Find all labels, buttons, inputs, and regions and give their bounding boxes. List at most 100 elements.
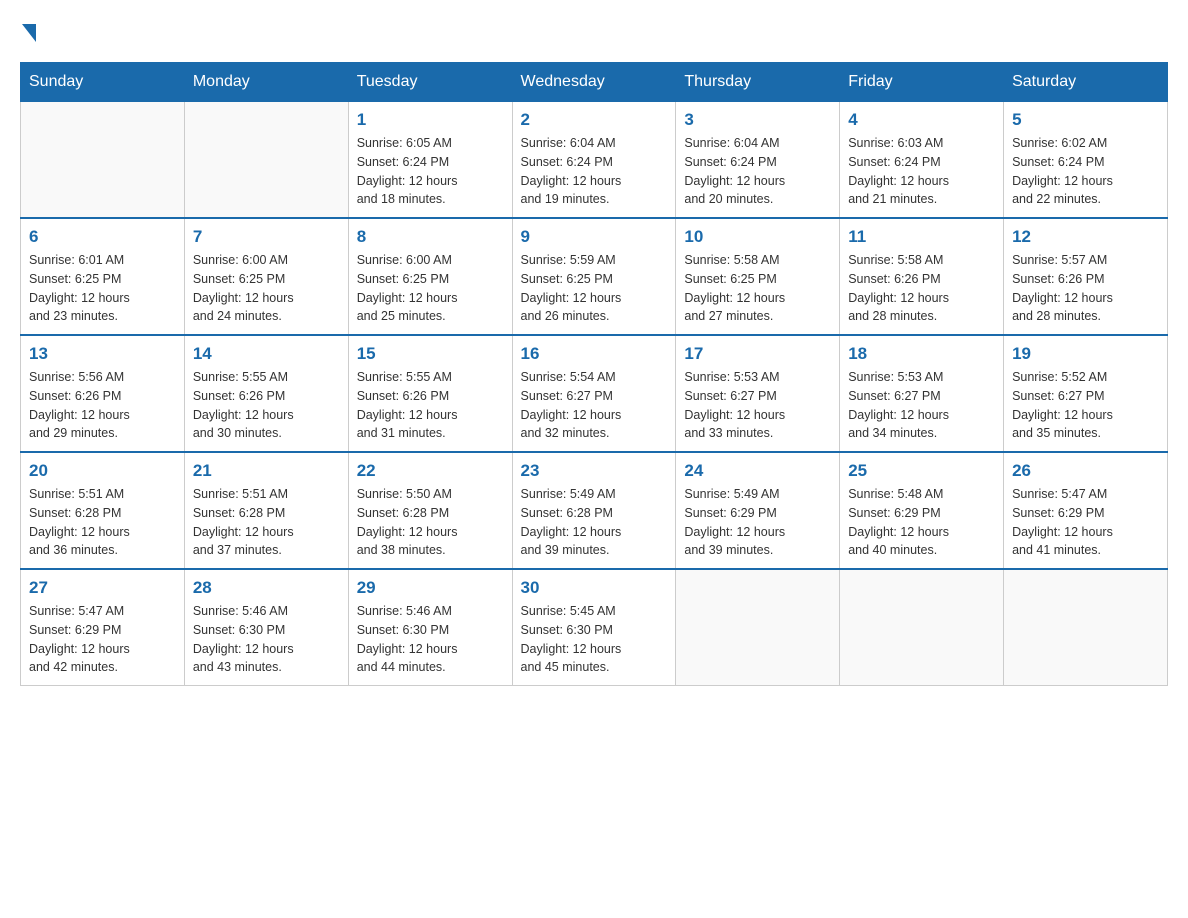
calendar-cell: 8 Sunrise: 6:00 AM Sunset: 6:25 PM Daylig… [348, 218, 512, 335]
calendar-cell: 19 Sunrise: 5:52 AM Sunset: 6:27 PM Dayli… [1004, 335, 1168, 452]
header-sunday: Sunday [21, 63, 185, 102]
day-info: Sunrise: 6:04 AM Sunset: 6:24 PM Dayligh… [684, 134, 831, 209]
logo-arrow-icon [22, 24, 36, 42]
day-number: 22 [357, 461, 504, 481]
calendar-cell: 21 Sunrise: 5:51 AM Sunset: 6:28 PM Dayli… [184, 452, 348, 569]
calendar-cell: 11Sunrise: 5:58 AM Sunset: 6:26 PM Dayli… [840, 218, 1004, 335]
calendar-cell: 13 Sunrise: 5:56 AM Sunset: 6:26 PM Dayli… [21, 335, 185, 452]
day-number: 10 [684, 227, 831, 247]
calendar-cell [840, 569, 1004, 686]
day-info: Sunrise: 5:53 AM Sunset: 6:27 PM Dayligh… [684, 368, 831, 443]
day-info: Sunrise: 5:49 AM Sunset: 6:28 PM Dayligh… [521, 485, 668, 560]
logo-top [20, 20, 36, 42]
calendar-cell [1004, 569, 1168, 686]
day-number: 16 [521, 344, 668, 364]
day-info: Sunrise: 5:46 AM Sunset: 6:30 PM Dayligh… [193, 602, 340, 677]
day-info: Sunrise: 6:01 AM Sunset: 6:25 PM Dayligh… [29, 251, 176, 326]
calendar-cell: 7Sunrise: 6:00 AM Sunset: 6:25 PM Daylig… [184, 218, 348, 335]
day-info: Sunrise: 6:02 AM Sunset: 6:24 PM Dayligh… [1012, 134, 1159, 209]
day-info: Sunrise: 5:56 AM Sunset: 6:26 PM Dayligh… [29, 368, 176, 443]
calendar-cell: 25 Sunrise: 5:48 AM Sunset: 6:29 PM Dayli… [840, 452, 1004, 569]
header-thursday: Thursday [676, 63, 840, 102]
header-tuesday: Tuesday [348, 63, 512, 102]
day-info: Sunrise: 5:55 AM Sunset: 6:26 PM Dayligh… [193, 368, 340, 443]
day-info: Sunrise: 5:49 AM Sunset: 6:29 PM Dayligh… [684, 485, 831, 560]
day-number: 25 [848, 461, 995, 481]
calendar-cell: 10Sunrise: 5:58 AM Sunset: 6:25 PM Dayli… [676, 218, 840, 335]
day-info: Sunrise: 5:53 AM Sunset: 6:27 PM Dayligh… [848, 368, 995, 443]
calendar-week-row: 20 Sunrise: 5:51 AM Sunset: 6:28 PM Dayli… [21, 452, 1168, 569]
day-info: Sunrise: 5:57 AM Sunset: 6:26 PM Dayligh… [1012, 251, 1159, 326]
day-info: Sunrise: 5:58 AM Sunset: 6:26 PM Dayligh… [848, 251, 995, 326]
calendar-cell: 16Sunrise: 5:54 AM Sunset: 6:27 PM Dayli… [512, 335, 676, 452]
logo [20, 20, 36, 42]
calendar-cell: 4 Sunrise: 6:03 AM Sunset: 6:24 PM Daylig… [840, 102, 1004, 219]
day-number: 4 [848, 110, 995, 130]
header-monday: Monday [184, 63, 348, 102]
calendar-cell: 22 Sunrise: 5:50 AM Sunset: 6:28 PM Dayli… [348, 452, 512, 569]
day-info: Sunrise: 5:47 AM Sunset: 6:29 PM Dayligh… [29, 602, 176, 677]
calendar-week-row: 13 Sunrise: 5:56 AM Sunset: 6:26 PM Dayli… [21, 335, 1168, 452]
day-number: 17 [684, 344, 831, 364]
calendar-cell [21, 102, 185, 219]
day-info: Sunrise: 5:55 AM Sunset: 6:26 PM Dayligh… [357, 368, 504, 443]
calendar-week-row: 27Sunrise: 5:47 AM Sunset: 6:29 PM Dayli… [21, 569, 1168, 686]
calendar-cell: 26 Sunrise: 5:47 AM Sunset: 6:29 PM Dayli… [1004, 452, 1168, 569]
calendar-cell: 6 Sunrise: 6:01 AM Sunset: 6:25 PM Daylig… [21, 218, 185, 335]
calendar-week-row: 1Sunrise: 6:05 AM Sunset: 6:24 PM Daylig… [21, 102, 1168, 219]
day-number: 29 [357, 578, 504, 598]
calendar-week-row: 6 Sunrise: 6:01 AM Sunset: 6:25 PM Daylig… [21, 218, 1168, 335]
page-header [20, 20, 1168, 42]
day-number: 2 [521, 110, 668, 130]
day-number: 12 [1012, 227, 1159, 247]
header-friday: Friday [840, 63, 1004, 102]
day-number: 26 [1012, 461, 1159, 481]
day-info: Sunrise: 6:03 AM Sunset: 6:24 PM Dayligh… [848, 134, 995, 209]
day-info: Sunrise: 5:52 AM Sunset: 6:27 PM Dayligh… [1012, 368, 1159, 443]
calendar-cell: 14 Sunrise: 5:55 AM Sunset: 6:26 PM Dayli… [184, 335, 348, 452]
calendar-cell: 15Sunrise: 5:55 AM Sunset: 6:26 PM Dayli… [348, 335, 512, 452]
day-number: 6 [29, 227, 176, 247]
day-info: Sunrise: 5:45 AM Sunset: 6:30 PM Dayligh… [521, 602, 668, 677]
calendar-header-row: SundayMondayTuesdayWednesdayThursdayFrid… [21, 63, 1168, 102]
day-number: 9 [521, 227, 668, 247]
day-number: 30 [521, 578, 668, 598]
day-number: 13 [29, 344, 176, 364]
calendar-cell: 17 Sunrise: 5:53 AM Sunset: 6:27 PM Dayli… [676, 335, 840, 452]
day-info: Sunrise: 6:05 AM Sunset: 6:24 PM Dayligh… [357, 134, 504, 209]
calendar-cell: 24 Sunrise: 5:49 AM Sunset: 6:29 PM Dayli… [676, 452, 840, 569]
day-number: 20 [29, 461, 176, 481]
day-info: Sunrise: 6:00 AM Sunset: 6:25 PM Dayligh… [193, 251, 340, 326]
day-info: Sunrise: 5:47 AM Sunset: 6:29 PM Dayligh… [1012, 485, 1159, 560]
day-number: 23 [521, 461, 668, 481]
calendar-cell: 23 Sunrise: 5:49 AM Sunset: 6:28 PM Dayli… [512, 452, 676, 569]
calendar-cell: 12 Sunrise: 5:57 AM Sunset: 6:26 PM Dayli… [1004, 218, 1168, 335]
day-info: Sunrise: 5:50 AM Sunset: 6:28 PM Dayligh… [357, 485, 504, 560]
calendar-cell: 2Sunrise: 6:04 AM Sunset: 6:24 PM Daylig… [512, 102, 676, 219]
day-info: Sunrise: 5:51 AM Sunset: 6:28 PM Dayligh… [29, 485, 176, 560]
day-number: 19 [1012, 344, 1159, 364]
day-number: 3 [684, 110, 831, 130]
calendar-cell: 28Sunrise: 5:46 AM Sunset: 6:30 PM Dayli… [184, 569, 348, 686]
day-info: Sunrise: 6:00 AM Sunset: 6:25 PM Dayligh… [357, 251, 504, 326]
day-number: 5 [1012, 110, 1159, 130]
calendar-cell: 5 Sunrise: 6:02 AM Sunset: 6:24 PM Daylig… [1004, 102, 1168, 219]
calendar-cell [184, 102, 348, 219]
calendar-cell: 18 Sunrise: 5:53 AM Sunset: 6:27 PM Dayli… [840, 335, 1004, 452]
calendar-cell: 27Sunrise: 5:47 AM Sunset: 6:29 PM Dayli… [21, 569, 185, 686]
day-number: 8 [357, 227, 504, 247]
calendar-cell: 3 Sunrise: 6:04 AM Sunset: 6:24 PM Daylig… [676, 102, 840, 219]
calendar-cell: 29Sunrise: 5:46 AM Sunset: 6:30 PM Dayli… [348, 569, 512, 686]
day-info: Sunrise: 5:51 AM Sunset: 6:28 PM Dayligh… [193, 485, 340, 560]
calendar-cell: 9Sunrise: 5:59 AM Sunset: 6:25 PM Daylig… [512, 218, 676, 335]
day-number: 14 [193, 344, 340, 364]
day-number: 24 [684, 461, 831, 481]
day-info: Sunrise: 5:48 AM Sunset: 6:29 PM Dayligh… [848, 485, 995, 560]
header-wednesday: Wednesday [512, 63, 676, 102]
calendar-cell: 20 Sunrise: 5:51 AM Sunset: 6:28 PM Dayli… [21, 452, 185, 569]
calendar-cell: 30 Sunrise: 5:45 AM Sunset: 6:30 PM Dayli… [512, 569, 676, 686]
calendar-table: SundayMondayTuesdayWednesdayThursdayFrid… [20, 62, 1168, 686]
day-number: 18 [848, 344, 995, 364]
calendar-cell: 1Sunrise: 6:05 AM Sunset: 6:24 PM Daylig… [348, 102, 512, 219]
day-number: 21 [193, 461, 340, 481]
